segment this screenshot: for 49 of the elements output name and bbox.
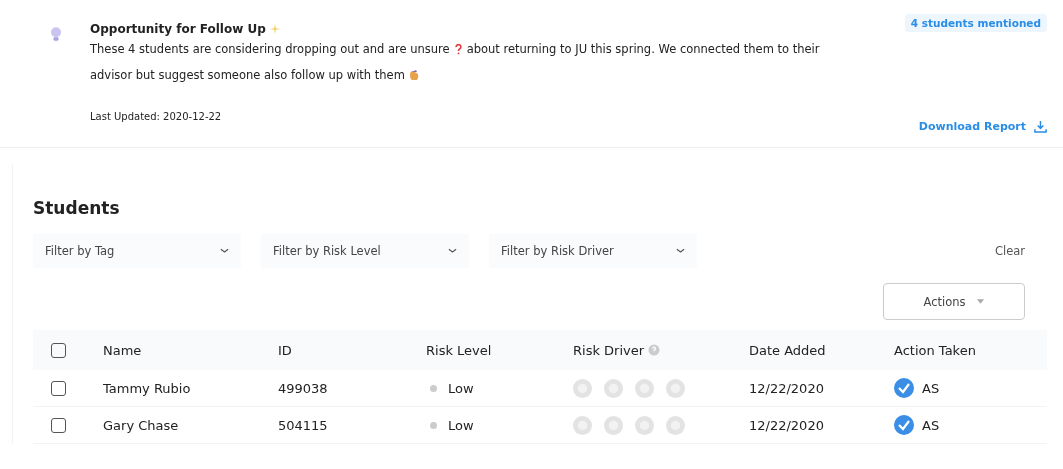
filter-dropdown[interactable]: Filter by Risk Driver — [489, 234, 697, 268]
help-icon — [648, 344, 661, 356]
chevron-icon — [448, 248, 457, 254]
table-cell-text: 12/22/2020 — [749, 380, 825, 396]
select-all-checkbox[interactable] — [51, 342, 66, 358]
students-heading: Students — [33, 198, 120, 218]
table-cell-text: 12/22/2020 — [749, 417, 825, 433]
message-text: about returning to JU this spring. We connected them to their — [466, 41, 820, 58]
row-checkbox[interactable] — [51, 380, 66, 396]
message-text: advisor but suggest someone also follow up with them — [90, 67, 405, 84]
risk-driver-icon — [573, 415, 592, 435]
table-cell-text: 504115 — [278, 417, 329, 433]
table-cell-text: Tammy Rubio — [103, 380, 192, 396]
column-header: Risk Driver — [573, 342, 749, 358]
filter-dropdown[interactable]: Filter by Tag — [33, 234, 241, 268]
row-checkbox[interactable] — [51, 417, 66, 433]
table-cell: AS — [922, 380, 940, 396]
table-cell: AS — [922, 417, 940, 433]
clear-button[interactable]: Clear — [988, 243, 1031, 259]
risk-dot-icon — [430, 421, 437, 429]
table-cell: Low — [448, 417, 474, 433]
download-icon — [1034, 120, 1047, 133]
risk-driver-icon — [604, 415, 623, 435]
risk-driver-icon — [635, 415, 654, 435]
filter-dropdown[interactable]: Filter by Risk Level — [261, 234, 469, 268]
column-header: Risk Level — [426, 342, 493, 358]
risk-driver-icon — [635, 378, 654, 398]
risk-driver-icon — [604, 378, 623, 398]
chevron-icon — [676, 248, 685, 254]
table-cell-text: Gary Chase — [103, 417, 180, 433]
sparkle-icon — [269, 24, 280, 34]
message-text: These 4 students are considering dropping out and are unsure — [90, 41, 450, 58]
column-header: Name — [103, 342, 143, 358]
students-badge: 4 students mentioned — [904, 14, 1047, 32]
question-icon — [454, 43, 462, 55]
risk-driver-icon — [666, 415, 685, 435]
actions-button[interactable]: Actions — [883, 283, 1025, 320]
column-header: Action Taken — [894, 342, 977, 358]
column-header: Date Added — [749, 342, 827, 358]
risk-driver-icon — [666, 378, 685, 398]
caret-icon — [975, 298, 985, 305]
risk-dot-icon — [430, 384, 437, 392]
chevron-icon — [220, 248, 229, 254]
column-header: ID — [278, 342, 293, 358]
table-cell: Low — [448, 380, 474, 396]
table-cell-text: 499038 — [278, 380, 329, 396]
insight-title: Opportunity for Follow Up — [90, 22, 266, 36]
last-updated: Last Updated: 2020-12-22 — [90, 111, 222, 122]
risk-driver-icon — [573, 378, 592, 398]
